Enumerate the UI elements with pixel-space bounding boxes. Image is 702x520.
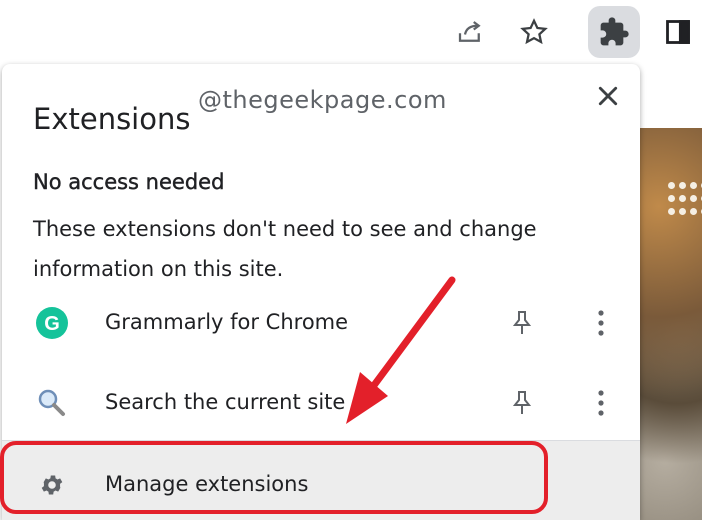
kebab-menu-icon: [598, 390, 604, 416]
pin-button[interactable]: [504, 304, 540, 342]
watermark: @thegeekpage.com: [198, 86, 447, 114]
gear-icon: [38, 471, 66, 499]
manage-extensions-button[interactable]: Manage extensions: [2, 441, 640, 520]
pin-button[interactable]: [504, 384, 540, 422]
extensions-popup: @thegeekpage.com Extensions No access ne…: [2, 64, 640, 520]
extension-name: Search the current site: [105, 390, 346, 414]
bookmark-button[interactable]: [512, 10, 556, 54]
grid-dots-decoration: [668, 182, 702, 218]
puzzle-extensions-icon: [600, 17, 629, 46]
kebab-menu-icon: [598, 310, 604, 336]
grammarly-icon-letter: G: [44, 313, 60, 335]
share-icon: [458, 21, 481, 42]
browser-toolbar: [0, 0, 702, 64]
grammarly-icon: G: [35, 306, 69, 340]
close-button[interactable]: [590, 78, 626, 114]
share-button[interactable]: [448, 10, 492, 54]
magnifier-icon: [35, 386, 69, 420]
side-panel-icon: [666, 20, 690, 44]
popup-title: Extensions: [33, 102, 191, 136]
pin-icon: [512, 311, 532, 334]
extension-row-grammarly[interactable]: G Grammarly for Chrome: [2, 288, 640, 358]
section-heading: No access needed: [33, 170, 225, 194]
extension-name: Grammarly for Chrome: [105, 310, 349, 334]
more-options-button[interactable]: [586, 304, 616, 342]
manage-extensions-label: Manage extensions: [105, 472, 309, 496]
close-icon: [598, 86, 618, 106]
extensions-button[interactable]: [588, 6, 640, 58]
extension-row-search-site[interactable]: Search the current site: [2, 368, 640, 438]
star-icon: [520, 18, 548, 45]
pin-icon: [512, 391, 532, 414]
section-description: These extensions don't need to see and c…: [33, 217, 537, 281]
more-options-button[interactable]: [586, 384, 616, 422]
side-panel-button[interactable]: [658, 10, 698, 54]
